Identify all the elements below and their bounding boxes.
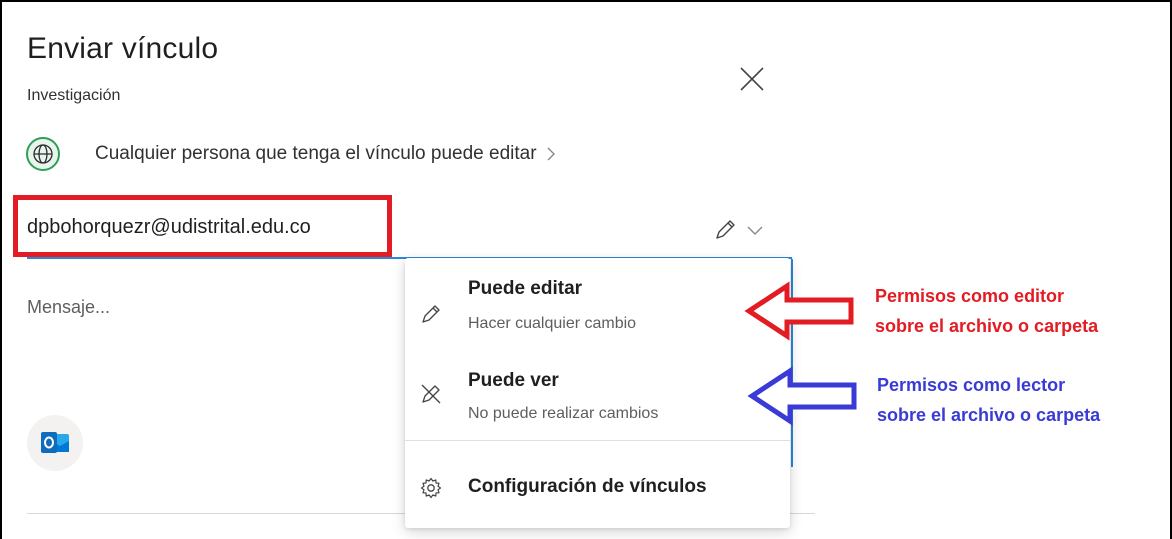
arrow-left-red bbox=[744, 281, 854, 341]
outlook-icon bbox=[41, 432, 69, 453]
dialog-title: Enviar vínculo bbox=[27, 32, 219, 65]
item-name: Investigación bbox=[27, 87, 121, 104]
annotation-reader-line2: sobre el archivo o carpeta bbox=[877, 405, 1101, 425]
link-access-text: Cualquier persona que tenga el vínculo p… bbox=[95, 143, 537, 164]
annotation-reader-line1: Permisos como lector bbox=[877, 375, 1066, 395]
menu-item-subtitle: No puede realizar cambios bbox=[468, 405, 659, 422]
close-icon bbox=[740, 67, 764, 91]
arrow-left-blue bbox=[747, 366, 857, 426]
menu-item-subtitle: Hacer cualquier cambio bbox=[468, 315, 637, 332]
annotation-editor-line2: sobre el archivo o carpeta bbox=[875, 316, 1099, 336]
pencil-icon bbox=[422, 305, 440, 323]
message-field[interactable]: Mensaje... bbox=[27, 297, 110, 318]
menu-item-title: Puede ver bbox=[468, 370, 559, 391]
permission-dropdown-button[interactable] bbox=[712, 216, 764, 244]
recipient-input[interactable] bbox=[27, 216, 382, 239]
chevron-down-icon bbox=[747, 226, 763, 235]
menu-item-link-settings[interactable]: Configuración de vínculos bbox=[405, 458, 790, 518]
menu-item-title: Puede editar bbox=[468, 278, 583, 299]
annotation-editor: Permisos como editor sobre el archivo o … bbox=[875, 281, 1098, 341]
pencil-off-icon bbox=[421, 384, 441, 404]
menu-item-can-edit[interactable]: Puede editar Hacer cualquier cambio bbox=[405, 270, 790, 352]
chevron-right-icon bbox=[547, 147, 555, 161]
link-access-setting[interactable]: Cualquier persona que tenga el vínculo p… bbox=[26, 137, 557, 171]
menu-separator bbox=[405, 440, 790, 441]
close-button[interactable] bbox=[737, 64, 767, 94]
outlook-button[interactable] bbox=[27, 415, 83, 471]
globe-icon bbox=[33, 144, 53, 164]
annotation-editor-line1: Permisos como editor bbox=[875, 286, 1065, 306]
globe-icon-badge bbox=[26, 137, 60, 171]
permission-menu: Puede editar Hacer cualquier cambio Pued… bbox=[405, 258, 790, 528]
annotation-reader: Permisos como lector sobre el archivo o … bbox=[877, 370, 1100, 430]
menu-item-title: Configuración de vínculos bbox=[468, 476, 707, 497]
menu-item-can-view[interactable]: Puede ver No puede realizar cambios bbox=[405, 358, 790, 438]
pencil-icon bbox=[716, 220, 735, 239]
gear-icon bbox=[420, 477, 442, 499]
